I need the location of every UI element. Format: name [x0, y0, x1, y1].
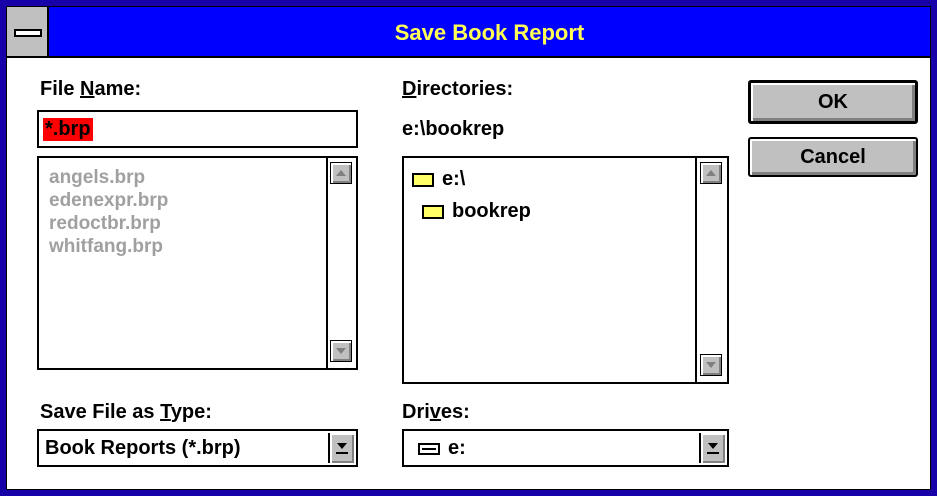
folder-open-icon	[422, 205, 444, 219]
directory-list[interactable]: e:\ bookrep	[402, 156, 729, 384]
directories-label: Directories:	[402, 78, 514, 100]
file-name-input[interactable]: *.brp	[37, 110, 358, 148]
file-list-items: angels.brp edenexpr.brp redoctbr.brp whi…	[49, 166, 168, 258]
scroll-down-arrow-icon	[706, 362, 716, 368]
dropdown-arrow-icon	[708, 443, 718, 449]
cancel-button[interactable]: Cancel	[748, 137, 918, 177]
directory-list-scroll-up-button[interactable]	[700, 162, 722, 184]
dialog-title: Save Book Report	[394, 20, 585, 45]
directory-item-label: e:\	[442, 168, 466, 190]
directory-item-label: bookrep	[452, 200, 531, 222]
list-item[interactable]: whitfang.brp	[49, 235, 168, 258]
file-name-selected-text: *.brp	[43, 118, 93, 141]
directory-item-bookrep[interactable]: bookrep	[422, 200, 672, 226]
scroll-up-arrow-icon	[706, 170, 716, 176]
list-item[interactable]: angels.brp	[49, 166, 168, 189]
list-item[interactable]: redoctbr.brp	[49, 212, 168, 235]
dropdown-underline	[336, 452, 348, 454]
save-file-type-label: Save File as Type:	[40, 401, 212, 423]
dropdown-arrow-icon	[337, 443, 347, 449]
drives-dropdown-button[interactable]	[699, 433, 725, 463]
drives-value: e:	[448, 437, 466, 459]
directory-item-root[interactable]: e:\	[412, 168, 672, 194]
save-file-type-select[interactable]: Book Reports (*.brp)	[37, 429, 358, 467]
system-menu-icon	[14, 29, 42, 37]
directory-list-scroll-down-button[interactable]	[700, 354, 722, 376]
folder-open-icon	[412, 173, 434, 187]
file-list-scrollbar[interactable]	[326, 158, 356, 368]
drive-icon	[418, 443, 440, 455]
drives-select[interactable]: e:	[402, 429, 729, 467]
list-item[interactable]: edenexpr.brp	[49, 189, 168, 212]
drives-label: Drives:	[402, 401, 470, 423]
scroll-up-arrow-icon	[336, 170, 346, 176]
directory-list-scrollbar[interactable]	[695, 158, 727, 382]
file-list-scroll-down-button[interactable]	[330, 340, 352, 362]
ok-button[interactable]: OK	[748, 80, 918, 124]
scroll-down-arrow-icon	[336, 348, 346, 354]
current-directory-path: e:\bookrep	[402, 118, 505, 140]
save-file-type-value: Book Reports (*.brp)	[45, 437, 241, 459]
file-list-scroll-up-button[interactable]	[330, 162, 352, 184]
dropdown-underline	[707, 452, 719, 454]
file-name-label: File Name:	[40, 78, 142, 100]
file-list[interactable]: angels.brp edenexpr.brp redoctbr.brp whi…	[37, 156, 358, 370]
save-file-type-dropdown-button[interactable]	[328, 433, 354, 463]
